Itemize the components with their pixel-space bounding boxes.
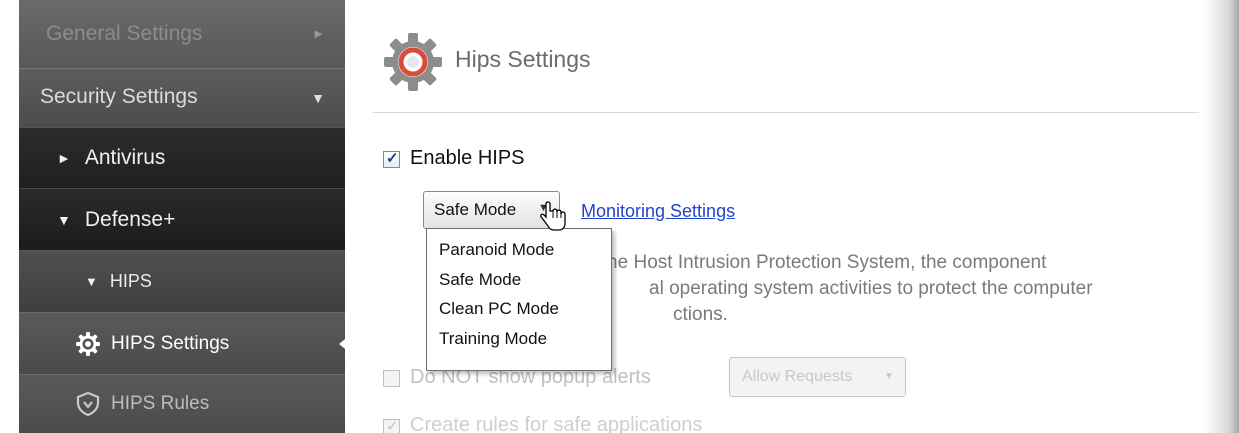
- hand-cursor-icon: [540, 201, 566, 231]
- sidebar-item-hips-settings[interactable]: HIPS Settings: [19, 312, 345, 374]
- description-line: s the Host Intrusion Protection System, …: [587, 252, 1047, 273]
- sidebar-item-antivirus[interactable]: ► Antivirus: [19, 127, 345, 188]
- shield-icon: [76, 391, 100, 417]
- sidebar-item-label: HIPS Settings: [111, 332, 230, 354]
- menu-item-paranoid-mode[interactable]: Paranoid Mode: [427, 236, 611, 266]
- sidebar-item-defense-plus[interactable]: ▼ Defense+: [19, 188, 345, 250]
- chevron-right-icon: ►: [312, 26, 325, 41]
- enable-hips-checkbox[interactable]: [383, 149, 400, 168]
- sidebar-item-security-settings[interactable]: Security Settings ▼: [19, 68, 345, 127]
- expand-arrow-icon: ►: [57, 150, 71, 166]
- create-safe-rules-checkbox[interactable]: [383, 417, 400, 433]
- collapse-arrow-icon: ▼: [85, 274, 98, 289]
- divider: [373, 112, 1199, 113]
- allow-requests-value: Allow Requests: [742, 368, 853, 385]
- sidebar-item-hips-rules[interactable]: HIPS Rules: [19, 374, 345, 433]
- selection-indicator: [339, 331, 355, 357]
- window-edge-shadow: [1205, 0, 1239, 433]
- description-line: ctions.: [673, 304, 728, 325]
- sidebar-item-label: HIPS Rules: [111, 393, 210, 414]
- enable-hips-label[interactable]: Enable HIPS: [410, 147, 525, 170]
- gear-icon: [384, 33, 442, 91]
- sidebar-item-general-settings[interactable]: General Settings ►: [19, 0, 345, 68]
- sidebar-item-hips[interactable]: ▼ HIPS: [19, 250, 345, 312]
- menu-item-training-mode[interactable]: Training Mode: [427, 325, 611, 355]
- gear-icon: [76, 331, 100, 356]
- menu-item-safe-mode[interactable]: Safe Mode: [427, 266, 611, 296]
- create-safe-rules-label[interactable]: Create rules for safe applications: [410, 414, 702, 433]
- sidebar-item-label: Security Settings: [40, 85, 198, 108]
- hips-mode-dropdown-menu: Paranoid Mode Safe Mode Clean PC Mode Tr…: [426, 228, 612, 371]
- sidebar-nav: General Settings ► Security Settings ▼ ►…: [0, 0, 355, 433]
- disable-popup-alerts-checkbox[interactable]: [383, 370, 400, 387]
- sidebar-item-label: Defense+: [84, 207, 176, 231]
- sidebar-item-label: HIPS: [109, 271, 152, 291]
- settings-panel: Hips Settings Enable HIPS Safe Mode ▼ Mo…: [355, 0, 1239, 433]
- menu-item-clean-pc-mode[interactable]: Clean PC Mode: [427, 295, 611, 325]
- page-title: Hips Settings: [455, 46, 591, 72]
- sidebar-item-label: Antivirus: [84, 146, 166, 169]
- chevron-down-icon: ▼: [311, 90, 325, 106]
- sidebar-item-label: General Settings: [46, 22, 203, 45]
- chevron-down-icon: ▼: [884, 371, 894, 382]
- description-line: al operating system activities to protec…: [649, 278, 1093, 299]
- hips-mode-selected-value: Safe Mode: [434, 200, 517, 219]
- allow-requests-select[interactable]: Allow Requests ▼: [729, 357, 906, 397]
- collapse-arrow-icon: ▼: [57, 211, 71, 228]
- monitoring-settings-link[interactable]: Monitoring Settings: [581, 201, 735, 222]
